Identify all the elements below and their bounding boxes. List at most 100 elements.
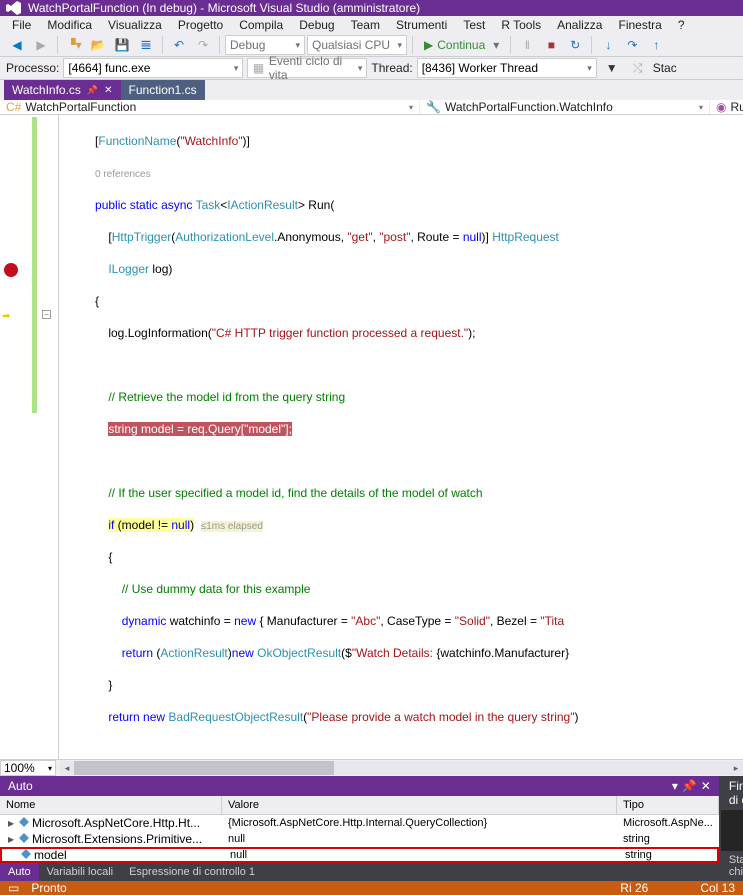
close-icon[interactable]: ✕ bbox=[701, 779, 711, 793]
menu-analizza[interactable]: Analizza bbox=[551, 16, 608, 34]
tab-espressione[interactable]: Espressione di controllo 1 bbox=[121, 863, 263, 881]
change-bar bbox=[32, 117, 37, 413]
auto-grid-header: Nome Valore Tipo bbox=[0, 796, 719, 815]
status-bar: ▭ Pronto Ri 26 Col 13 bbox=[0, 881, 743, 895]
redo-icon[interactable]: ↷ bbox=[192, 34, 214, 56]
menu-rtools[interactable]: R Tools bbox=[495, 16, 547, 34]
method-icon: ◉ bbox=[716, 100, 726, 114]
processo-combo[interactable]: [4664] func.exe▾ bbox=[63, 58, 243, 78]
col-nome[interactable]: Nome bbox=[0, 796, 222, 814]
chevron-down-icon: ▾ bbox=[699, 103, 703, 112]
menu-finestra[interactable]: Finestra bbox=[612, 16, 667, 34]
zoom-value: 100% bbox=[4, 761, 35, 775]
stac-label: Stac bbox=[653, 61, 677, 75]
filter-icon[interactable]: ▼ bbox=[601, 57, 623, 79]
status-icon: ▭ bbox=[8, 881, 19, 895]
step-into-icon[interactable]: ↓ bbox=[597, 34, 619, 56]
config-combo[interactable]: Debug▾ bbox=[225, 35, 305, 55]
crumb-method[interactable]: ◉ Run(H bbox=[710, 100, 743, 114]
menu-test[interactable]: Test bbox=[457, 16, 491, 34]
menu-compila[interactable]: Compila bbox=[233, 16, 289, 34]
pin-icon[interactable]: 📌 bbox=[87, 85, 98, 96]
table-row[interactable]: ▸Microsoft.Extensions.Primitive... null … bbox=[0, 831, 719, 847]
col-tipo[interactable]: Tipo bbox=[617, 796, 719, 814]
expand-icon[interactable]: ▸ bbox=[6, 816, 16, 830]
main-toolbar: ◀ ▶ ▝▾ 📂 💾 𝌆 ↶ ↷ Debug▾ Qualsiasi CPU▾ ▶… bbox=[0, 34, 743, 57]
close-icon[interactable]: ✕ bbox=[104, 85, 112, 96]
thread-value: [8436] Worker Thread bbox=[422, 61, 538, 75]
row-value: null bbox=[222, 833, 617, 845]
nav-crumbs: C#WatchPortalFunction▾ 🔧 WatchPortalFunct… bbox=[0, 100, 743, 115]
row-name: model bbox=[34, 848, 67, 862]
crumb-project[interactable]: C#WatchPortalFunction▾ bbox=[0, 100, 420, 114]
title-bar: WatchPortalFunction (In debug) - Microso… bbox=[0, 0, 743, 16]
menu-modifica[interactable]: Modifica bbox=[41, 16, 98, 34]
thread-label: Thread: bbox=[371, 61, 412, 75]
table-row[interactable]: ▸Microsoft.AspNetCore.Http.Ht... {Micros… bbox=[0, 815, 719, 831]
open-icon[interactable]: 📂 bbox=[87, 34, 109, 56]
scroll-right-icon[interactable]: ▸ bbox=[729, 761, 743, 775]
pause-icon[interactable]: ‖ bbox=[516, 34, 538, 56]
continue-button[interactable]: ▶Continua▾ bbox=[418, 34, 505, 56]
row-name: Microsoft.AspNetCore.Http.Ht... bbox=[32, 816, 200, 830]
continue-label: Continua bbox=[437, 38, 485, 52]
platform-combo[interactable]: Qualsiasi CPU▾ bbox=[307, 35, 407, 55]
zoom-combo[interactable]: 100%▾ bbox=[0, 760, 56, 776]
fold-icon[interactable]: − bbox=[42, 310, 51, 319]
tab-label: WatchInfo.cs bbox=[12, 83, 81, 97]
menu-strumenti[interactable]: Strumenti bbox=[390, 16, 453, 34]
lifecycle-icon: ▦ bbox=[252, 57, 264, 79]
chevron-down-icon: ▾ bbox=[409, 103, 413, 112]
menu-file[interactable]: File bbox=[6, 16, 37, 34]
tab-auto[interactable]: Auto bbox=[0, 863, 39, 881]
auto-pane: Auto ▾ 📌 ✕ Nome Valore Tipo ▸ Microsoft.Asp… bbox=[0, 776, 721, 881]
undo-icon[interactable]: ↶ bbox=[168, 34, 190, 56]
crumb-class[interactable]: 🔧 WatchPortalFunction.WatchInfo ▾ bbox=[420, 100, 710, 114]
col-valore[interactable]: Valore bbox=[222, 796, 617, 814]
tab-function1[interactable]: Function1.cs bbox=[121, 80, 205, 100]
restart-icon[interactable]: ↻ bbox=[564, 34, 586, 56]
editor-footer: 100%▾ ◂ ▸ bbox=[0, 759, 743, 776]
auto-title-bar[interactable]: Auto ▾📌✕ bbox=[0, 776, 719, 796]
menu-help[interactable]: ? bbox=[672, 16, 691, 34]
menu-progetto[interactable]: Progetto bbox=[172, 16, 229, 34]
chevron-down-icon: ▾ bbox=[358, 63, 363, 74]
nav-fwd-icon[interactable]: ▶ bbox=[30, 34, 52, 56]
object-icon bbox=[19, 833, 29, 843]
eventi-combo[interactable]: ▦Eventi ciclo di vita▾ bbox=[247, 58, 367, 78]
code-pane[interactable]: [FunctionName("WatchInfo")] 0 references… bbox=[59, 115, 743, 759]
crumb-label: Run(H bbox=[730, 100, 743, 114]
class-icon: 🔧 bbox=[426, 100, 441, 114]
h-scrollbar[interactable]: ◂ ▸ bbox=[60, 761, 743, 775]
tab-stack[interactable]: Stack di chia bbox=[721, 851, 743, 881]
tab-watchinfo[interactable]: WatchInfo.cs 📌 ✕ bbox=[4, 80, 121, 100]
shuffle-icon[interactable]: ⤭ bbox=[627, 57, 649, 79]
menu-team[interactable]: Team bbox=[345, 16, 386, 34]
code-editor[interactable]: ➡ − [FunctionName("WatchInfo")] 0 refere… bbox=[0, 115, 743, 759]
crumb-label: WatchPortalFunction.WatchInfo bbox=[445, 100, 613, 114]
table-row-highlighted[interactable]: model null string bbox=[0, 847, 719, 863]
row-type: string bbox=[619, 849, 717, 861]
platform-label: Qualsiasi CPU bbox=[312, 38, 390, 52]
save-icon[interactable]: 💾 bbox=[111, 34, 133, 56]
stop-icon[interactable]: ■ bbox=[540, 34, 562, 56]
scroll-left-icon[interactable]: ◂ bbox=[60, 761, 74, 775]
dropdown-icon[interactable]: ▾ bbox=[672, 779, 678, 793]
breakpoint-icon[interactable] bbox=[4, 263, 18, 277]
save-all-icon[interactable]: 𝌆 bbox=[135, 34, 157, 56]
pin-icon[interactable]: 📌 bbox=[682, 779, 697, 793]
tab-variabili[interactable]: Variabili locali bbox=[39, 863, 121, 881]
finestra-title-bar[interactable]: Finestra di c bbox=[721, 776, 743, 810]
step-over-icon[interactable]: ↷ bbox=[621, 34, 643, 56]
editor-margin[interactable]: ➡ bbox=[0, 115, 40, 759]
nav-back-icon[interactable]: ◀ bbox=[6, 34, 28, 56]
outline-margin[interactable]: − bbox=[40, 115, 58, 759]
menu-debug[interactable]: Debug bbox=[293, 16, 340, 34]
auto-grid-body[interactable]: ▸Microsoft.AspNetCore.Http.Ht... {Micros… bbox=[0, 815, 719, 863]
thread-combo[interactable]: [8436] Worker Thread▾ bbox=[417, 58, 597, 78]
step-out-icon[interactable]: ↑ bbox=[645, 34, 667, 56]
expand-icon[interactable]: ▸ bbox=[6, 832, 16, 846]
menu-visualizza[interactable]: Visualizza bbox=[102, 16, 168, 34]
scroll-thumb[interactable] bbox=[74, 761, 334, 775]
new-icon[interactable]: ▝▾ bbox=[63, 34, 85, 56]
